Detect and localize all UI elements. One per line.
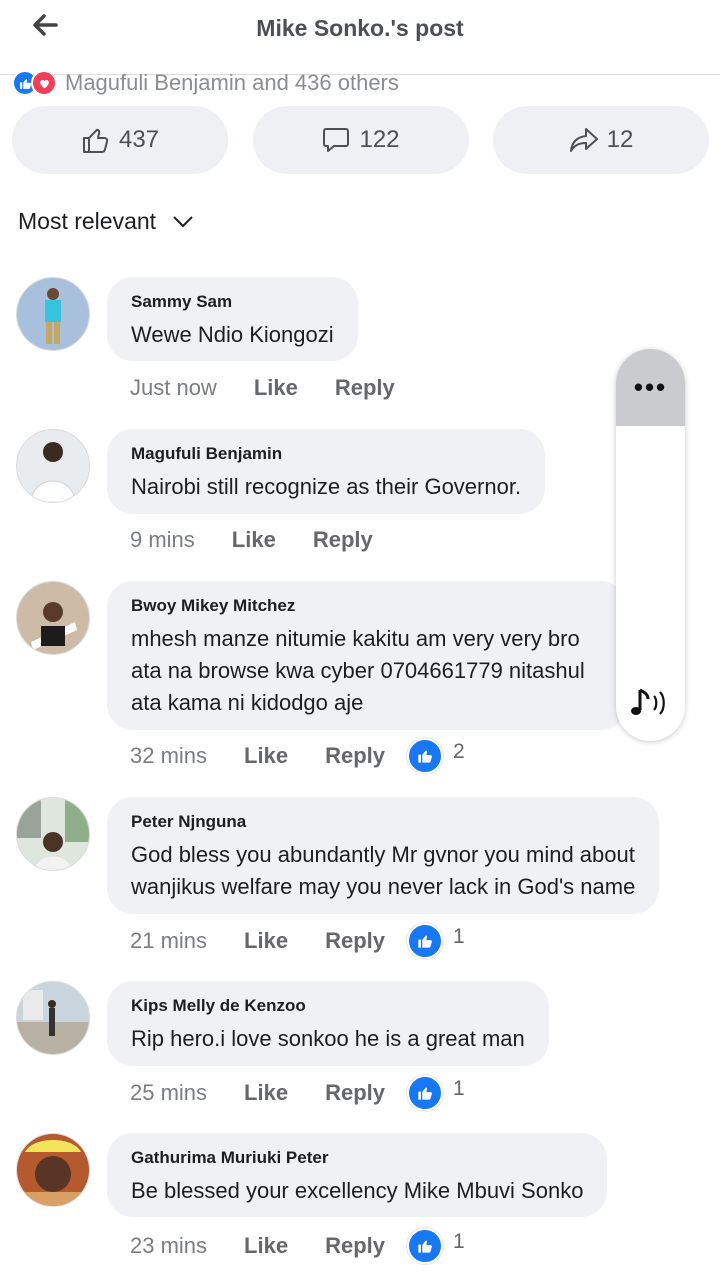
comment-author[interactable]: Kips Melly de Kenzoo bbox=[131, 996, 525, 1016]
like-reaction-icon bbox=[407, 1075, 443, 1111]
avatar[interactable] bbox=[16, 1133, 90, 1207]
comment-time[interactable]: 9 mins bbox=[130, 527, 195, 553]
comment-like-button[interactable]: Like bbox=[244, 743, 288, 769]
like-reaction-icon bbox=[407, 1228, 443, 1264]
more-dots-icon: ••• bbox=[633, 372, 668, 402]
like-button[interactable]: 437 bbox=[12, 106, 228, 174]
comment-bubble: Magufuli Benjamin Nairobi still recogniz… bbox=[107, 429, 546, 514]
reaction-count: 1 bbox=[453, 1077, 465, 1100]
post-actions: 437 122 12 bbox=[12, 106, 709, 174]
comment-bubble: Gathurima Muriuki Peter Be blessed your … bbox=[107, 1133, 608, 1217]
comment-reply-button[interactable]: Reply bbox=[325, 1233, 385, 1259]
comment-time[interactable]: Just now bbox=[130, 375, 217, 401]
comment-author[interactable]: Magufuli Benjamin bbox=[131, 444, 521, 464]
comment-bubble: Peter Njnguna God bless you abundantly M… bbox=[107, 797, 660, 914]
comment-meta: Just now Like Reply bbox=[130, 375, 395, 401]
comment-like-button[interactable]: Like bbox=[244, 1080, 288, 1106]
comment-text: ata na browse kwa cyber 0704661779 nitas… bbox=[131, 658, 585, 683]
like-reaction-icon bbox=[407, 923, 443, 959]
comment-reactions[interactable]: 2 bbox=[407, 738, 465, 774]
comment-text: Nairobi still recognize as their Governo… bbox=[131, 474, 522, 499]
comment-like-button[interactable]: Like bbox=[254, 375, 298, 401]
comment-meta: 9 mins Like Reply bbox=[130, 527, 373, 553]
comment-time[interactable]: 25 mins bbox=[130, 1080, 207, 1106]
post-header: Mike Sonko.'s post bbox=[0, 0, 720, 75]
comment-like-button[interactable]: Like bbox=[244, 928, 288, 954]
comment-text: Rip hero.i love sonkoo he is a great man bbox=[131, 1026, 525, 1051]
comment-author[interactable]: Peter Njnguna bbox=[131, 812, 635, 832]
comment-reply-button[interactable]: Reply bbox=[325, 743, 385, 769]
comment-like-button[interactable]: Like bbox=[232, 527, 276, 553]
sort-dropdown[interactable]: Most relevant bbox=[18, 208, 194, 235]
reaction-count: 1 bbox=[453, 925, 465, 948]
avatar[interactable] bbox=[16, 581, 90, 655]
reaction-count: 1 bbox=[453, 1230, 465, 1253]
comment-text: mhesh manze nitumie kakitu am very very … bbox=[131, 626, 580, 651]
comment-count: 122 bbox=[359, 126, 400, 153]
floating-side-panel[interactable]: ••• bbox=[616, 349, 685, 741]
thumbs-up-icon bbox=[82, 128, 109, 153]
avatar[interactable] bbox=[16, 797, 90, 871]
comment-author[interactable]: Sammy Sam bbox=[131, 292, 334, 312]
like-reaction-icon bbox=[407, 738, 443, 774]
share-count: 12 bbox=[606, 126, 634, 153]
comment-reply-button[interactable]: Reply bbox=[313, 527, 373, 553]
music-note-sound-icon[interactable] bbox=[630, 686, 672, 725]
comment-button[interactable]: 122 bbox=[252, 106, 469, 174]
comment-reply-button[interactable]: Reply bbox=[325, 1080, 385, 1106]
share-arrow-icon bbox=[569, 128, 598, 152]
comment-meta: 25 mins Like Reply 1 bbox=[130, 1075, 465, 1111]
share-button[interactable]: 12 bbox=[493, 106, 709, 174]
comment-like-button[interactable]: Like bbox=[244, 1233, 288, 1259]
comment-text: ata kama ni kidodgo aje bbox=[131, 690, 364, 715]
comment-reply-button[interactable]: Reply bbox=[335, 375, 395, 401]
comment-meta: 21 mins Like Reply 1 bbox=[130, 923, 465, 959]
comment-time[interactable]: 21 mins bbox=[130, 928, 207, 954]
comment-meta: 32 mins Like Reply 2 bbox=[130, 738, 465, 774]
comment-reactions[interactable]: 1 bbox=[407, 923, 465, 959]
like-count: 437 bbox=[118, 126, 160, 153]
reaction-count: 2 bbox=[453, 740, 465, 763]
comment-time[interactable]: 23 mins bbox=[130, 1233, 207, 1259]
comment-bubble-icon bbox=[323, 128, 350, 152]
reactions-summary[interactable]: Magufuli Benjamin and 436 others bbox=[12, 70, 399, 96]
comment-author[interactable]: Bwoy Mikey Mitchez bbox=[131, 596, 603, 616]
comment-author[interactable]: Gathurima Muriuki Peter bbox=[131, 1148, 583, 1168]
page-title: Mike Sonko.'s post bbox=[256, 15, 464, 41]
comment-text: God bless you abundantly Mr gvnor you mi… bbox=[131, 842, 635, 867]
comment-reactions[interactable]: 1 bbox=[407, 1075, 465, 1111]
avatar[interactable] bbox=[16, 429, 90, 503]
comment-reply-button[interactable]: Reply bbox=[325, 928, 385, 954]
reactions-summary-text: Magufuli Benjamin and 436 others bbox=[65, 70, 399, 95]
comment-text: wanjikus welfare may you never lack in G… bbox=[131, 874, 636, 899]
comment-text: Be blessed your excellency Mike Mbuvi So… bbox=[131, 1178, 584, 1203]
avatar[interactable] bbox=[16, 981, 90, 1055]
comment-time[interactable]: 32 mins bbox=[130, 743, 207, 769]
more-options-button[interactable]: ••• bbox=[616, 349, 685, 426]
chevron-down-icon bbox=[173, 215, 193, 227]
avatar[interactable] bbox=[16, 277, 90, 351]
comment-bubble: Kips Melly de Kenzoo Rip hero.i love son… bbox=[107, 981, 549, 1066]
comment-meta: 23 mins Like Reply 1 bbox=[130, 1228, 465, 1264]
love-reaction-icon bbox=[31, 70, 57, 96]
comment-bubble: Bwoy Mikey Mitchez mhesh manze nitumie k… bbox=[107, 581, 627, 730]
comment-reactions[interactable]: 1 bbox=[407, 1228, 465, 1264]
sort-label: Most relevant bbox=[18, 208, 157, 234]
comment-text: Wewe Ndio Kiongozi bbox=[131, 322, 334, 347]
comment-bubble: Sammy Sam Wewe Ndio Kiongozi bbox=[107, 277, 358, 361]
